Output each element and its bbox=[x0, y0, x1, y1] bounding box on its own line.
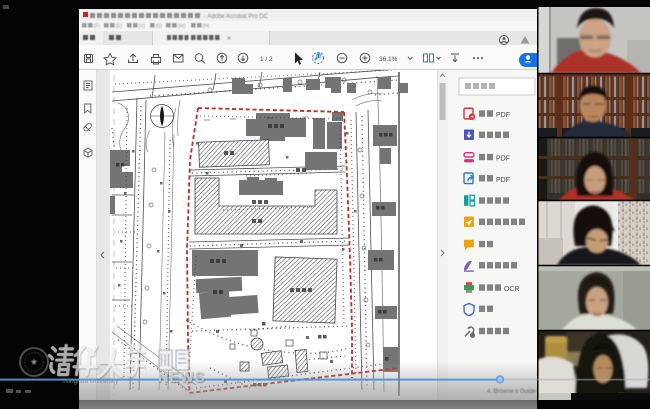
svg-text:PDF: PDF bbox=[496, 175, 511, 184]
svg-text:PDF: PDF bbox=[496, 154, 511, 163]
svg-text:×: × bbox=[227, 36, 231, 43]
svg-text:(F): (F) bbox=[94, 24, 101, 30]
svg-text:(S): (S) bbox=[156, 24, 163, 30]
svg-text:(H): (H) bbox=[203, 24, 210, 30]
svg-text:····: ···· bbox=[617, 390, 625, 396]
svg-text:+: + bbox=[470, 114, 474, 121]
svg-text:(V): (V) bbox=[139, 24, 146, 30]
svg-text:1 / 2: 1 / 2 bbox=[260, 56, 273, 63]
svg-text:(W): (W) bbox=[178, 24, 186, 30]
svg-text:(E): (E) bbox=[116, 24, 123, 30]
svg-text:OCR: OCR bbox=[504, 284, 520, 293]
svg-text:PDF: PDF bbox=[496, 110, 511, 119]
svg-text:- Adobe Acrobat Pro DC: - Adobe Acrobat Pro DC bbox=[204, 14, 269, 19]
svg-text:36.1%: 36.1% bbox=[379, 56, 398, 63]
